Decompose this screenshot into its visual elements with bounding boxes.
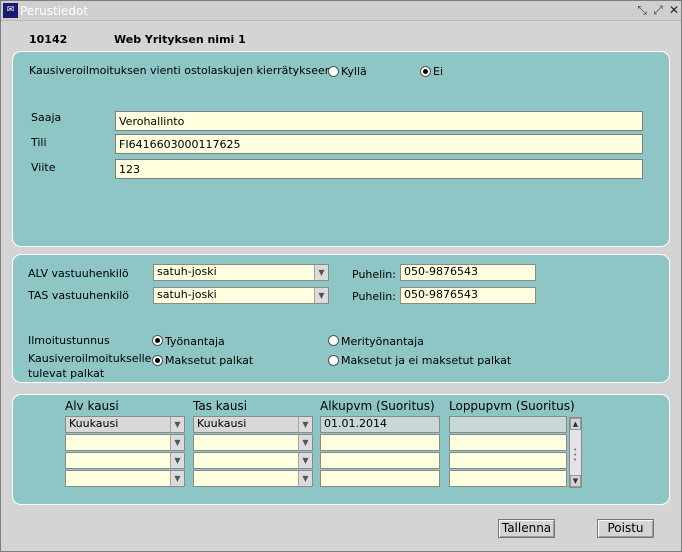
id-type-label: Ilmoitustunnus xyxy=(28,334,110,347)
window-title: Perustiedot xyxy=(20,4,89,18)
tas-person-select[interactable]: satuh-joski ▼ xyxy=(153,287,329,304)
col-header-end-date: Loppupvm (Suoritus) xyxy=(449,399,575,413)
paid-wages-label: Maksetut palkat xyxy=(165,354,254,367)
start-date-cell[interactable] xyxy=(320,470,440,487)
recipient-label: Saaja xyxy=(31,111,62,124)
reference-label: Viite xyxy=(31,161,56,174)
start-date-cell[interactable]: 01.01.2014 xyxy=(320,416,440,433)
scroll-up-icon[interactable]: ▲ xyxy=(570,418,581,430)
chevron-down-icon[interactable]: ▼ xyxy=(170,453,184,468)
col-header-start-date: Alkupvm (Suoritus) xyxy=(320,399,435,413)
chevron-down-icon[interactable]: ▼ xyxy=(298,471,312,486)
app-icon: ✉ xyxy=(3,3,18,18)
alv-period-select[interactable]: ▼ xyxy=(65,434,185,451)
maximize-icon[interactable]: ⤢ xyxy=(651,3,665,18)
periods-scrollbar[interactable]: ▲ • • • ▼ xyxy=(569,417,582,488)
alv-phone-field[interactable]: 050-9876543 xyxy=(400,264,536,281)
scroll-grip-icon[interactable]: • • • xyxy=(573,447,577,464)
tas-period-select[interactable]: ▼ xyxy=(193,434,313,451)
chevron-down-icon[interactable]: ▼ xyxy=(314,288,328,303)
account-label: Tili xyxy=(31,136,47,149)
tas-period-select[interactable]: ▼ xyxy=(193,470,313,487)
alv-person-value: satuh-joski xyxy=(157,265,217,278)
company-name: Web Yrityksen nimi 1 xyxy=(114,33,246,46)
exit-button[interactable]: Poistu xyxy=(597,519,654,538)
paid-unpaid-wages-label: Maksetut ja ei maksetut palkat xyxy=(341,354,512,367)
company-id: 10142 xyxy=(29,33,68,46)
maritime-employer-label: Merityönantaja xyxy=(341,335,424,348)
alv-person-select[interactable]: satuh-joski ▼ xyxy=(153,264,329,281)
minimize-icon[interactable]: ⤡ xyxy=(635,3,649,18)
export-no-radio[interactable] xyxy=(420,66,431,77)
end-date-cell[interactable] xyxy=(449,416,567,433)
close-icon[interactable]: ✕ xyxy=(667,3,681,18)
wages-label-line2: tulevat palkat xyxy=(28,367,105,380)
reference-field[interactable]: 123 xyxy=(115,159,643,179)
export-no-label: Ei xyxy=(433,65,444,78)
tas-phone-field[interactable]: 050-9876543 xyxy=(400,287,536,304)
end-date-cell[interactable] xyxy=(449,470,567,487)
paid-unpaid-wages-radio[interactable] xyxy=(328,355,339,366)
chevron-down-icon[interactable]: ▼ xyxy=(298,435,312,450)
col-header-tas-period: Tas kausi xyxy=(193,399,248,413)
paid-wages-radio[interactable] xyxy=(152,355,163,366)
save-button[interactable]: Tallenna xyxy=(498,519,555,538)
export-question-label: Kausiveroilmoituksen vienti ostolaskujen… xyxy=(29,64,332,77)
scroll-down-icon[interactable]: ▼ xyxy=(570,475,581,487)
export-yes-radio[interactable] xyxy=(328,66,339,77)
title-bar: ✉ Perustiedot ⤡ ⤢ ✕ xyxy=(1,1,681,21)
maritime-employer-radio[interactable] xyxy=(328,335,339,346)
start-date-cell[interactable] xyxy=(320,434,440,451)
chevron-down-icon[interactable]: ▼ xyxy=(170,435,184,450)
alv-person-label: ALV vastuuhenkilö xyxy=(28,267,129,280)
alv-period-select[interactable]: ▼ xyxy=(65,452,185,469)
chevron-down-icon[interactable]: ▼ xyxy=(298,417,312,432)
chevron-down-icon[interactable]: ▼ xyxy=(170,471,184,486)
col-header-alv-period: Alv kausi xyxy=(65,399,119,413)
employer-label: Työnantaja xyxy=(165,335,225,348)
tas-person-label: TAS vastuuhenkilö xyxy=(28,289,130,302)
alv-period-select[interactable]: ▼ xyxy=(65,470,185,487)
account-field[interactable]: FI6416603000117625 xyxy=(115,134,643,154)
recipient-field[interactable]: Verohallinto xyxy=(115,111,643,131)
tas-person-value: satuh-joski xyxy=(157,288,217,301)
alv-period-select[interactable]: Kuukausi ▼ xyxy=(65,416,185,433)
end-date-cell[interactable] xyxy=(449,434,567,451)
employer-radio[interactable] xyxy=(152,335,163,346)
wages-label-line1: Kausiveroilmoitukselle xyxy=(28,352,152,365)
end-date-cell[interactable] xyxy=(449,452,567,469)
start-date-cell[interactable] xyxy=(320,452,440,469)
tas-phone-label: Puhelin: xyxy=(352,290,396,303)
tas-period-value: Kuukausi xyxy=(197,417,247,430)
window: ✉ Perustiedot ⤡ ⤢ ✕ 10142 Web Yrityksen … xyxy=(0,0,682,552)
tas-period-select[interactable]: ▼ xyxy=(193,452,313,469)
export-yes-label: Kyllä xyxy=(341,65,367,78)
chevron-down-icon[interactable]: ▼ xyxy=(170,417,184,432)
chevron-down-icon[interactable]: ▼ xyxy=(314,265,328,280)
alv-phone-label: Puhelin: xyxy=(352,268,396,281)
alv-period-value: Kuukausi xyxy=(69,417,119,430)
tas-period-select[interactable]: Kuukausi ▼ xyxy=(193,416,313,433)
chevron-down-icon[interactable]: ▼ xyxy=(298,453,312,468)
